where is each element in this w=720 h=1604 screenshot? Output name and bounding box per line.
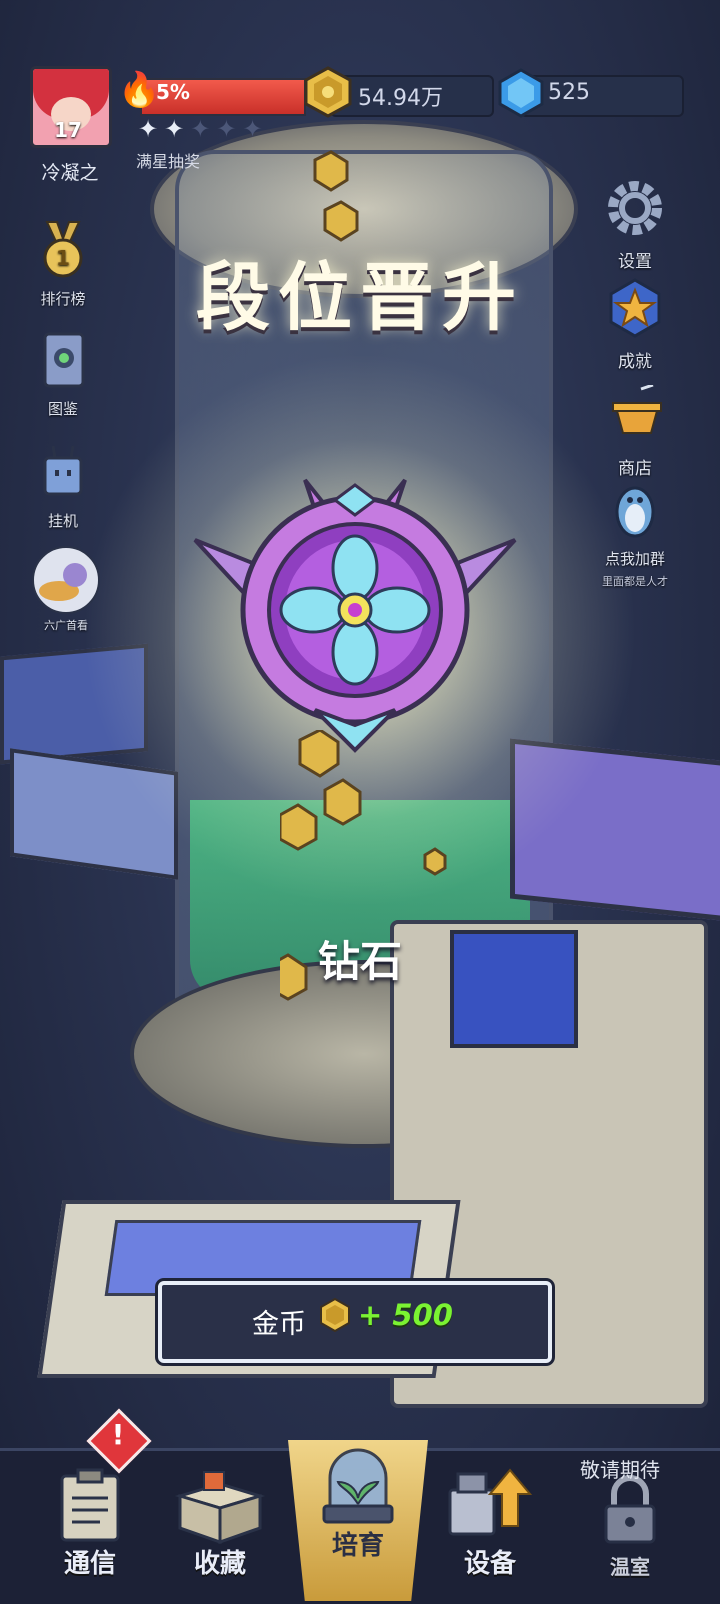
falling-coins-top-icon [313, 150, 359, 242]
clipboard-icon [60, 1468, 120, 1542]
ad-bonus-icon [32, 546, 100, 614]
shop-button[interactable]: 商店 [585, 383, 685, 479]
coin-amount: 54.94万 [358, 86, 443, 111]
upgrade-device-icon [448, 1468, 533, 1536]
diamond-rank-badge-icon [193, 478, 517, 753]
star-rating: ✦✦✦✦✦ [138, 115, 269, 143]
reward-label: 金币 [252, 1309, 306, 1340]
nav-cultivate[interactable]: 培育 [288, 1448, 428, 1590]
nav-communication-label: 通信 [63, 1549, 116, 1579]
alert-mark: ! [111, 1418, 125, 1451]
reward-amount: + 500 [358, 1298, 453, 1332]
nav-equipment-label: 设备 [463, 1549, 516, 1579]
nav-equipment[interactable]: 设备 [420, 1460, 560, 1590]
nav-collection-label: 收藏 [193, 1549, 246, 1579]
star-progress-percent: 5% [156, 80, 190, 104]
reward-panel[interactable] [158, 1281, 552, 1363]
player-level: 17 [54, 118, 82, 142]
achievements-label: 成就 [618, 352, 652, 372]
join-group-label: 点我加群 [604, 550, 665, 568]
nav-greenhouse-label: 温室 [610, 1555, 650, 1579]
shop-label: 商店 [618, 459, 652, 479]
star-empty-icon: ✦ [242, 115, 269, 143]
rank-up-title: 段位晋升 [196, 255, 524, 341]
ad-bonus-label: 六广首看 [44, 619, 88, 632]
join-group-sub: 里面都是人才 [602, 575, 668, 588]
coming-soon-label: 敬请期待 [580, 1458, 660, 1482]
box-icon [174, 1471, 266, 1545]
robot-icon [43, 445, 83, 496]
gear-icon [608, 181, 662, 235]
hex-coin-icon [304, 66, 352, 118]
nav-communication[interactable]: 通信 [20, 1460, 160, 1590]
idle-button[interactable]: 挂机 [13, 442, 113, 531]
plant-dome-icon [322, 1448, 394, 1524]
idle-label: 挂机 [47, 512, 78, 530]
star-empty-icon: ✦ [190, 115, 217, 143]
blue-gem-icon [498, 68, 544, 118]
star-filled-icon: ✦ [138, 115, 165, 143]
join-group-button[interactable]: 点我加群 里面都是人才 [585, 480, 685, 589]
nav-collection[interactable]: 收藏 [150, 1460, 290, 1590]
full-star-lottery-button[interactable]: 满星抽奖 [136, 148, 200, 172]
hex-coin-icon [320, 1298, 350, 1332]
collection-label: 图鉴 [47, 400, 78, 418]
star-empty-icon: ✦ [216, 115, 243, 143]
ad-bonus-button[interactable]: 六广首看 [16, 545, 116, 633]
rank-name: 钻石 [317, 937, 402, 986]
nav-cultivate-label: 培育 [331, 1531, 384, 1561]
penguin-icon [615, 486, 655, 538]
flame-icon: 🔥 [118, 70, 161, 110]
gem-amount: 525 [548, 80, 590, 105]
star-filled-icon: ✦ [164, 115, 191, 143]
player-name: 冷凝之 [41, 162, 99, 184]
basket-icon [612, 383, 662, 434]
